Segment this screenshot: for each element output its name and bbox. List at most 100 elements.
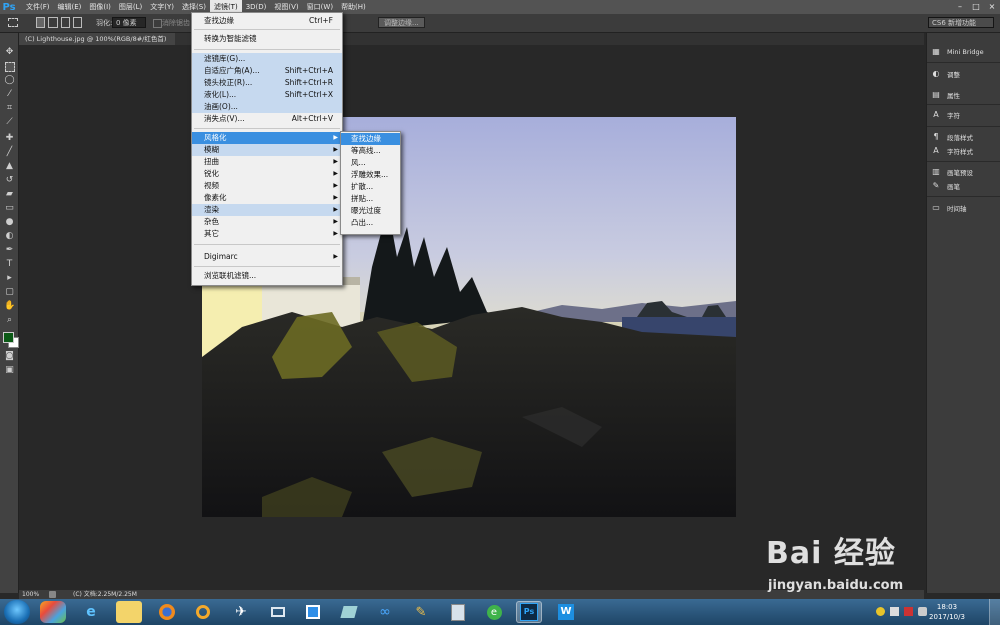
- move-tool-icon[interactable]: ✥: [4, 47, 15, 58]
- menu-layer[interactable]: 图层(L): [115, 0, 146, 14]
- filter-browse-online[interactable]: 浏览联机滤镜...: [192, 270, 342, 282]
- menu-file[interactable]: 文件(F): [22, 0, 54, 14]
- filter-pixelate[interactable]: 像素化 ▶: [192, 192, 342, 204]
- quick-mask-icon[interactable]: ◙: [4, 351, 15, 362]
- paint-app-icon[interactable]: ✎: [408, 601, 434, 623]
- dodge-tool-icon[interactable]: ◐: [4, 231, 15, 242]
- panel-character-styles[interactable]: A 字符样式: [931, 145, 973, 157]
- hand-tool-icon[interactable]: ✋: [4, 301, 15, 312]
- file-explorer-icon[interactable]: [116, 601, 142, 623]
- stylize-diffuse[interactable]: 扩散...: [341, 181, 400, 193]
- start-button[interactable]: [4, 600, 30, 624]
- grid-app-icon[interactable]: [300, 601, 326, 623]
- maximize-button[interactable]: □: [968, 0, 984, 14]
- firefox-icon[interactable]: [154, 601, 180, 623]
- rectangle-tool-icon[interactable]: ▢: [4, 287, 15, 298]
- menu-type[interactable]: 文字(Y): [146, 0, 178, 14]
- subtract-selection-icon[interactable]: [60, 17, 70, 28]
- type-tool-icon[interactable]: T: [4, 259, 15, 270]
- stylize-trace-contour[interactable]: 等高线...: [341, 145, 400, 157]
- panel-adjustments[interactable]: ◐ 调整: [931, 68, 961, 80]
- menu-edit[interactable]: 编辑(E): [54, 0, 86, 14]
- stylize-emboss[interactable]: 浮雕效果...: [341, 169, 400, 181]
- intersect-selection-icon[interactable]: [72, 17, 82, 28]
- stylize-extrude[interactable]: 凸出...: [341, 217, 400, 229]
- filter-liquify[interactable]: 液化(L)... Shift+Ctrl+X: [192, 89, 342, 101]
- pen-tool-icon[interactable]: ✒: [4, 245, 15, 256]
- panel-brush[interactable]: ✎ 画笔: [931, 180, 960, 192]
- zoom-tool-icon[interactable]: ⌕: [4, 315, 15, 326]
- filter-oil-paint[interactable]: 油画(O)...: [192, 101, 342, 113]
- filter-lens-correction[interactable]: 镜头校正(R)... Shift+Ctrl+R: [192, 77, 342, 89]
- stylize-find-edges[interactable]: 查找边缘: [341, 133, 400, 145]
- close-button[interactable]: ×: [984, 0, 1000, 14]
- new-selection-icon[interactable]: [36, 17, 46, 28]
- filter-render[interactable]: 渲染 ▶: [192, 204, 342, 216]
- antialias-checkbox[interactable]: [153, 19, 162, 28]
- filter-last-find-edges[interactable]: 查找边缘 Ctrl+F: [192, 15, 342, 27]
- stylize-solarize[interactable]: 曝光过度: [341, 205, 400, 217]
- panel-mini-bridge[interactable]: ▦ Mini Bridge: [931, 46, 983, 58]
- eraser-tool-icon[interactable]: ▰: [4, 189, 15, 200]
- filter-video[interactable]: 视频 ▶: [192, 180, 342, 192]
- filter-other[interactable]: 其它 ▶: [192, 228, 342, 240]
- tray-network-icon[interactable]: [890, 607, 899, 616]
- wps-icon[interactable]: W: [553, 601, 579, 623]
- tray-security-icon[interactable]: [876, 607, 885, 616]
- filter-vanishing-point[interactable]: 消失点(V)... Alt+Ctrl+V: [192, 113, 342, 125]
- screen-mode-icon[interactable]: ▣: [4, 365, 15, 376]
- filter-sharpen[interactable]: 锐化 ▶: [192, 168, 342, 180]
- status-menu-icon[interactable]: [49, 591, 56, 598]
- lasso-tool-icon[interactable]: ◯: [4, 75, 15, 86]
- blur-tool-icon[interactable]: ●: [4, 217, 15, 228]
- panel-paragraph-styles[interactable]: ¶ 段落样式: [931, 131, 973, 143]
- filter-adaptive-wide-angle[interactable]: 自适应广角(A)... Shift+Ctrl+A: [192, 65, 342, 77]
- filter-convert-smart[interactable]: 转换为智能滤镜: [192, 33, 342, 45]
- history-brush-tool-icon[interactable]: ↺: [4, 175, 15, 186]
- filter-noise[interactable]: 杂色 ▶: [192, 216, 342, 228]
- rect-marquee-tool-icon[interactable]: [5, 62, 15, 72]
- search-app-icon[interactable]: [190, 601, 216, 623]
- cloud-app-icon[interactable]: ∞: [372, 601, 398, 623]
- feather-input[interactable]: 0 像素: [112, 17, 146, 28]
- filter-digimarc[interactable]: Digimarc ▶: [192, 251, 342, 263]
- menu-image[interactable]: 图像(I): [85, 0, 115, 14]
- remote-desktop-icon[interactable]: [265, 601, 291, 623]
- app-colorful-icon[interactable]: [40, 601, 66, 623]
- stylize-tiles[interactable]: 拼贴...: [341, 193, 400, 205]
- healing-brush-tool-icon[interactable]: ✚: [4, 133, 15, 144]
- photoshop-taskbar-icon[interactable]: Ps: [516, 601, 542, 623]
- panel-timeline[interactable]: ▭ 时间轴: [931, 202, 966, 214]
- taskbar-clock[interactable]: 18:03 2017/10/3: [922, 602, 972, 622]
- tray-flag-icon[interactable]: [904, 607, 913, 616]
- brush-tool-icon[interactable]: ╱: [4, 147, 15, 158]
- filter-distort[interactable]: 扭曲 ▶: [192, 156, 342, 168]
- zoom-level[interactable]: 100%: [22, 590, 39, 599]
- marquee-tool-icon[interactable]: [8, 18, 18, 27]
- gradient-tool-icon[interactable]: ▭: [4, 203, 15, 214]
- stylize-wind[interactable]: 风...: [341, 157, 400, 169]
- filter-gallery[interactable]: 滤镜库(G)...: [192, 53, 342, 65]
- minimize-button[interactable]: –: [952, 0, 968, 14]
- panel-properties[interactable]: ▤ 属性: [931, 89, 960, 101]
- calculator-icon[interactable]: [445, 601, 471, 623]
- show-desktop-button[interactable]: [989, 599, 1000, 625]
- crop-tool-icon[interactable]: ⌗: [4, 103, 15, 114]
- eyedropper-tool-icon[interactable]: ⟋: [4, 117, 15, 128]
- workspace-switcher[interactable]: CS6 新增功能: [928, 17, 994, 28]
- refine-edge-button[interactable]: 调整边缘...: [378, 17, 425, 28]
- document-tab[interactable]: (C) Lighthouse.jpg @ 100%(RGB/8#/红色首): [19, 33, 175, 45]
- filter-stylize[interactable]: 风格化 ▶: [192, 132, 342, 144]
- quick-select-tool-icon[interactable]: ⁄: [4, 89, 15, 100]
- clone-stamp-tool-icon[interactable]: ▲: [4, 161, 15, 172]
- foreground-color-swatch[interactable]: [3, 332, 14, 343]
- panel-brush-presets[interactable]: ▥ 画笔预设: [931, 166, 973, 178]
- green-browser-icon[interactable]: e: [481, 601, 507, 623]
- panel-character[interactable]: A 字符: [931, 109, 960, 121]
- bird-app-icon[interactable]: ✈: [228, 601, 254, 623]
- path-select-tool-icon[interactable]: ▸: [4, 273, 15, 284]
- book-app-icon[interactable]: [336, 601, 362, 623]
- internet-explorer-icon[interactable]: e: [78, 601, 104, 623]
- filter-blur[interactable]: 模糊 ▶: [192, 144, 342, 156]
- add-selection-icon[interactable]: [48, 17, 58, 28]
